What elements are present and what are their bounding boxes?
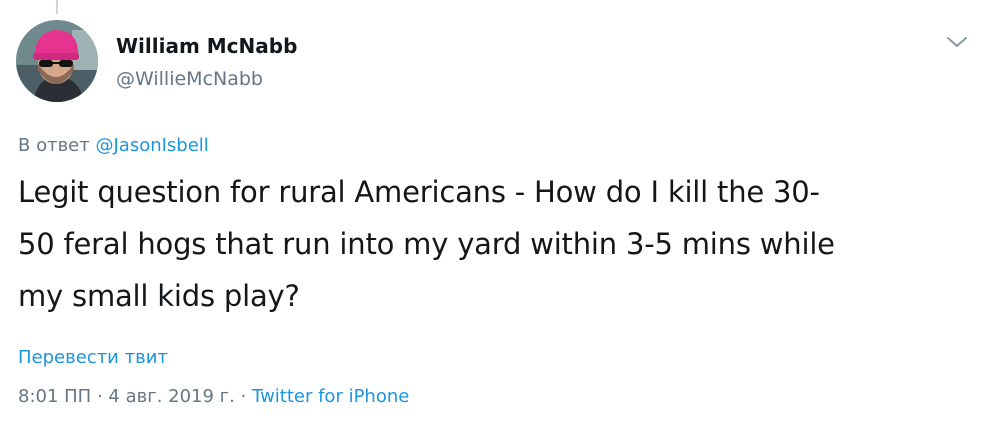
reply-mention-link[interactable]: @JasonIsbell xyxy=(95,135,208,156)
tweet-time[interactable]: 8:01 ПП xyxy=(18,386,91,407)
meta-separator: · xyxy=(240,386,247,407)
meta-separator: · xyxy=(96,386,103,407)
avatar-photo-icon xyxy=(16,20,98,102)
tweet-date[interactable]: 4 авг. 2019 г. xyxy=(108,386,234,407)
tweet-metadata: 8:01 ПП · 4 авг. 2019 г. · Twitter for i… xyxy=(18,384,409,410)
tweet-text: Legit question for rural Americans - How… xyxy=(18,166,973,322)
avatar[interactable] xyxy=(16,20,98,102)
reply-prefix: В ответ xyxy=(18,135,90,156)
chevron-down-icon xyxy=(947,37,967,47)
translate-tweet-link[interactable]: Перевести твит xyxy=(18,345,168,371)
reply-context: В ответ @JasonIsbell xyxy=(18,133,209,159)
tweet-text-line: my small kids play? xyxy=(18,279,300,313)
tweet-menu-button[interactable] xyxy=(943,30,971,54)
author-handle[interactable]: @WillieMcNabb xyxy=(116,66,263,92)
tweet-text-line: Legit question for rural Americans - How… xyxy=(18,175,820,209)
tweet-source-link[interactable]: Twitter for iPhone xyxy=(252,386,409,407)
thread-connector-line xyxy=(56,0,58,14)
tweet-text-line: 50 feral hogs that run into my yard with… xyxy=(18,227,835,261)
author-display-name[interactable]: William McNabb xyxy=(116,33,297,59)
